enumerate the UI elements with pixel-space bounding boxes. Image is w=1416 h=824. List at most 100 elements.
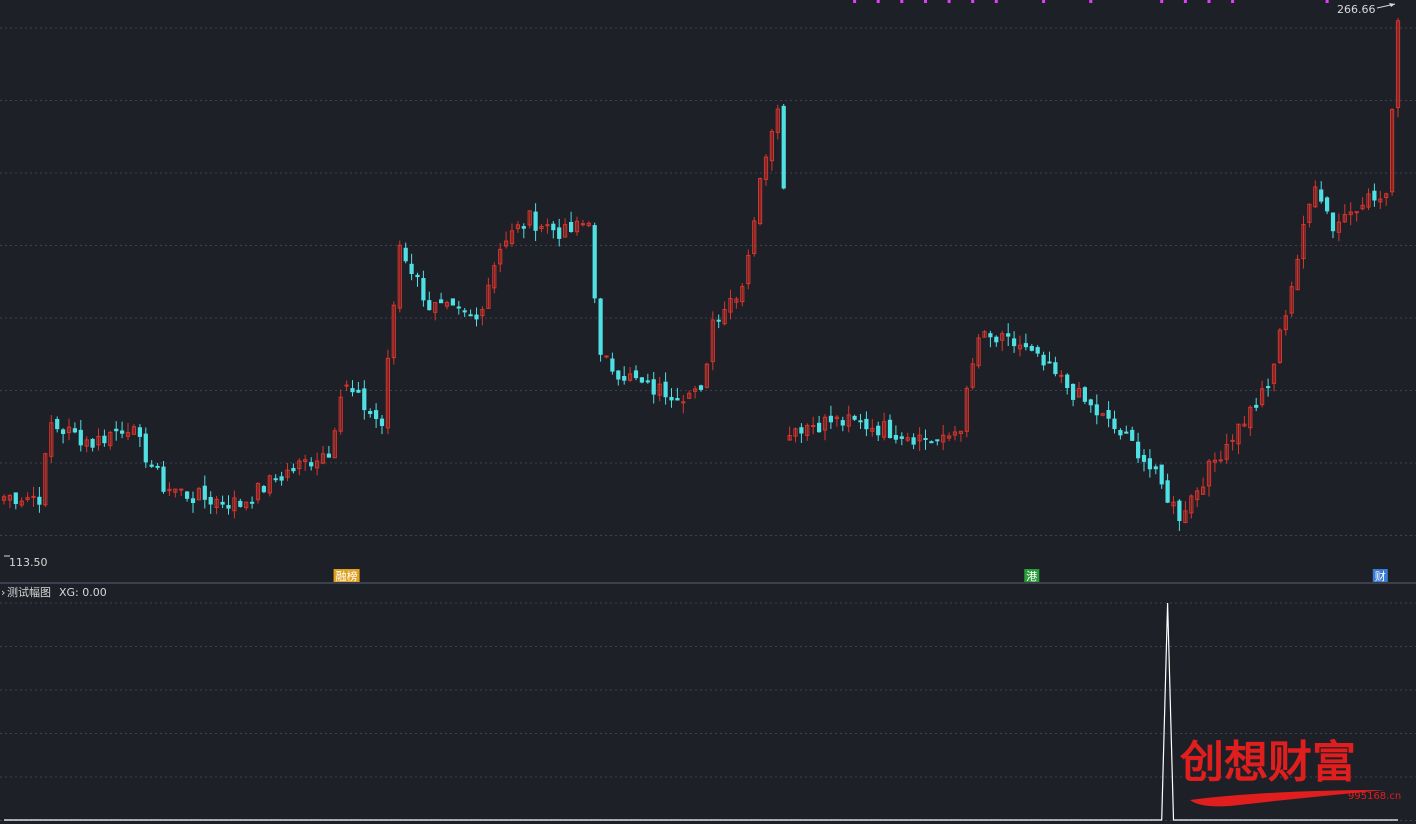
candle-body: [456, 306, 461, 309]
candle-body: [368, 411, 373, 414]
signal-marker: [1160, 0, 1164, 3]
candle-body: [1230, 439, 1235, 442]
candle-body: [1012, 338, 1017, 347]
candle-body: [155, 465, 160, 468]
candle-body: [828, 415, 833, 423]
candle-body: [279, 476, 284, 481]
candle-body: [161, 466, 166, 492]
candle-body: [1266, 386, 1271, 389]
candle-body: [261, 486, 266, 493]
candle-body: [273, 478, 278, 481]
candle-body: [1035, 347, 1040, 354]
candle-body: [1354, 211, 1359, 214]
indicator-title: 测试幅图: [7, 586, 51, 599]
candle-body: [450, 298, 455, 306]
candle-body: [226, 505, 231, 509]
candle-body: [350, 388, 355, 393]
candle-body: [309, 462, 314, 467]
candle-body: [190, 498, 196, 503]
candle-body: [326, 453, 331, 458]
signal-marker: [947, 0, 951, 3]
candle-body: [1254, 404, 1259, 408]
chart-background: [0, 0, 1416, 824]
candle-body: [31, 495, 36, 498]
candle-body: [840, 420, 845, 426]
event-tag-label: 财: [1375, 569, 1386, 583]
candle-body: [716, 319, 721, 322]
candle-body: [651, 379, 656, 395]
candle-body: [533, 211, 538, 231]
candle-body: [811, 425, 816, 427]
candle-body: [137, 427, 143, 437]
candle-body: [639, 377, 644, 383]
candle-body: [72, 428, 78, 433]
signal-marker: [1325, 0, 1329, 3]
watermark-text: 创想财富: [1180, 737, 1356, 788]
candle-body: [1082, 387, 1088, 402]
signal-marker: [924, 0, 927, 3]
candle-body: [1071, 383, 1076, 400]
candle-body: [622, 376, 627, 381]
candle-body: [1124, 431, 1129, 434]
candle-body: [911, 437, 916, 445]
candle-body: [592, 225, 597, 299]
candle-body: [923, 438, 928, 440]
candle-body: [379, 418, 385, 427]
signal-marker: [1207, 0, 1211, 3]
candle-body: [1319, 189, 1324, 202]
candle-body: [1325, 197, 1330, 212]
candle-body: [935, 439, 940, 442]
candle-body: [604, 355, 609, 358]
candle-body: [1029, 346, 1034, 351]
candle-body: [1130, 429, 1135, 441]
candle-body: [1118, 430, 1123, 436]
candle-body: [551, 223, 556, 231]
candle-body: [1147, 458, 1153, 470]
candle-body: [864, 418, 869, 430]
candle-body: [421, 278, 426, 301]
candle-body: [468, 314, 473, 317]
candle-body: [474, 314, 479, 320]
candle-body: [356, 389, 361, 393]
candle-body: [557, 227, 562, 239]
signal-marker: [994, 0, 998, 3]
candle-body: [344, 384, 349, 387]
candle-body: [645, 380, 650, 383]
candle-body: [1153, 466, 1158, 470]
candle-body: [1023, 343, 1029, 348]
candle-body: [1159, 464, 1164, 485]
candle-body: [1053, 362, 1058, 375]
signal-marker: [1089, 0, 1093, 3]
candle-body: [1106, 410, 1111, 419]
candle-body: [799, 427, 804, 434]
signal-marker: [876, 0, 880, 3]
kline-chart[interactable]: 266.66 113.50 融榜港财 › 测试幅图 XG: 0.00 创想财富 …: [0, 0, 1416, 824]
candle-body: [681, 401, 686, 404]
min-price-label: 113.50: [9, 556, 48, 569]
candle-body: [1112, 418, 1117, 430]
candle-body: [698, 385, 704, 390]
candle-body: [1041, 354, 1046, 366]
candle-body: [633, 370, 639, 379]
candle-body: [90, 438, 95, 448]
candle-body: [374, 410, 379, 420]
candle-body: [929, 441, 934, 444]
candle-body: [37, 496, 42, 505]
candle-body: [669, 397, 674, 401]
candle-body: [220, 501, 225, 505]
candle-body: [1165, 480, 1170, 503]
candle-body: [114, 428, 119, 432]
watermark-url: 995168.cn: [1348, 791, 1401, 802]
candle-body: [580, 223, 585, 226]
candle-body: [439, 299, 444, 304]
candle-body: [202, 485, 207, 500]
indicator-header-marker: ›: [1, 586, 5, 599]
candle-body: [1177, 500, 1182, 522]
candle-body: [120, 430, 125, 434]
candle-body: [994, 336, 999, 343]
candle-body: [852, 415, 857, 420]
indicator-series-label: XG: 0.00: [59, 586, 107, 599]
candle-body: [427, 300, 432, 311]
candle-body: [362, 388, 367, 411]
event-tag-label: 融榜: [336, 569, 358, 583]
